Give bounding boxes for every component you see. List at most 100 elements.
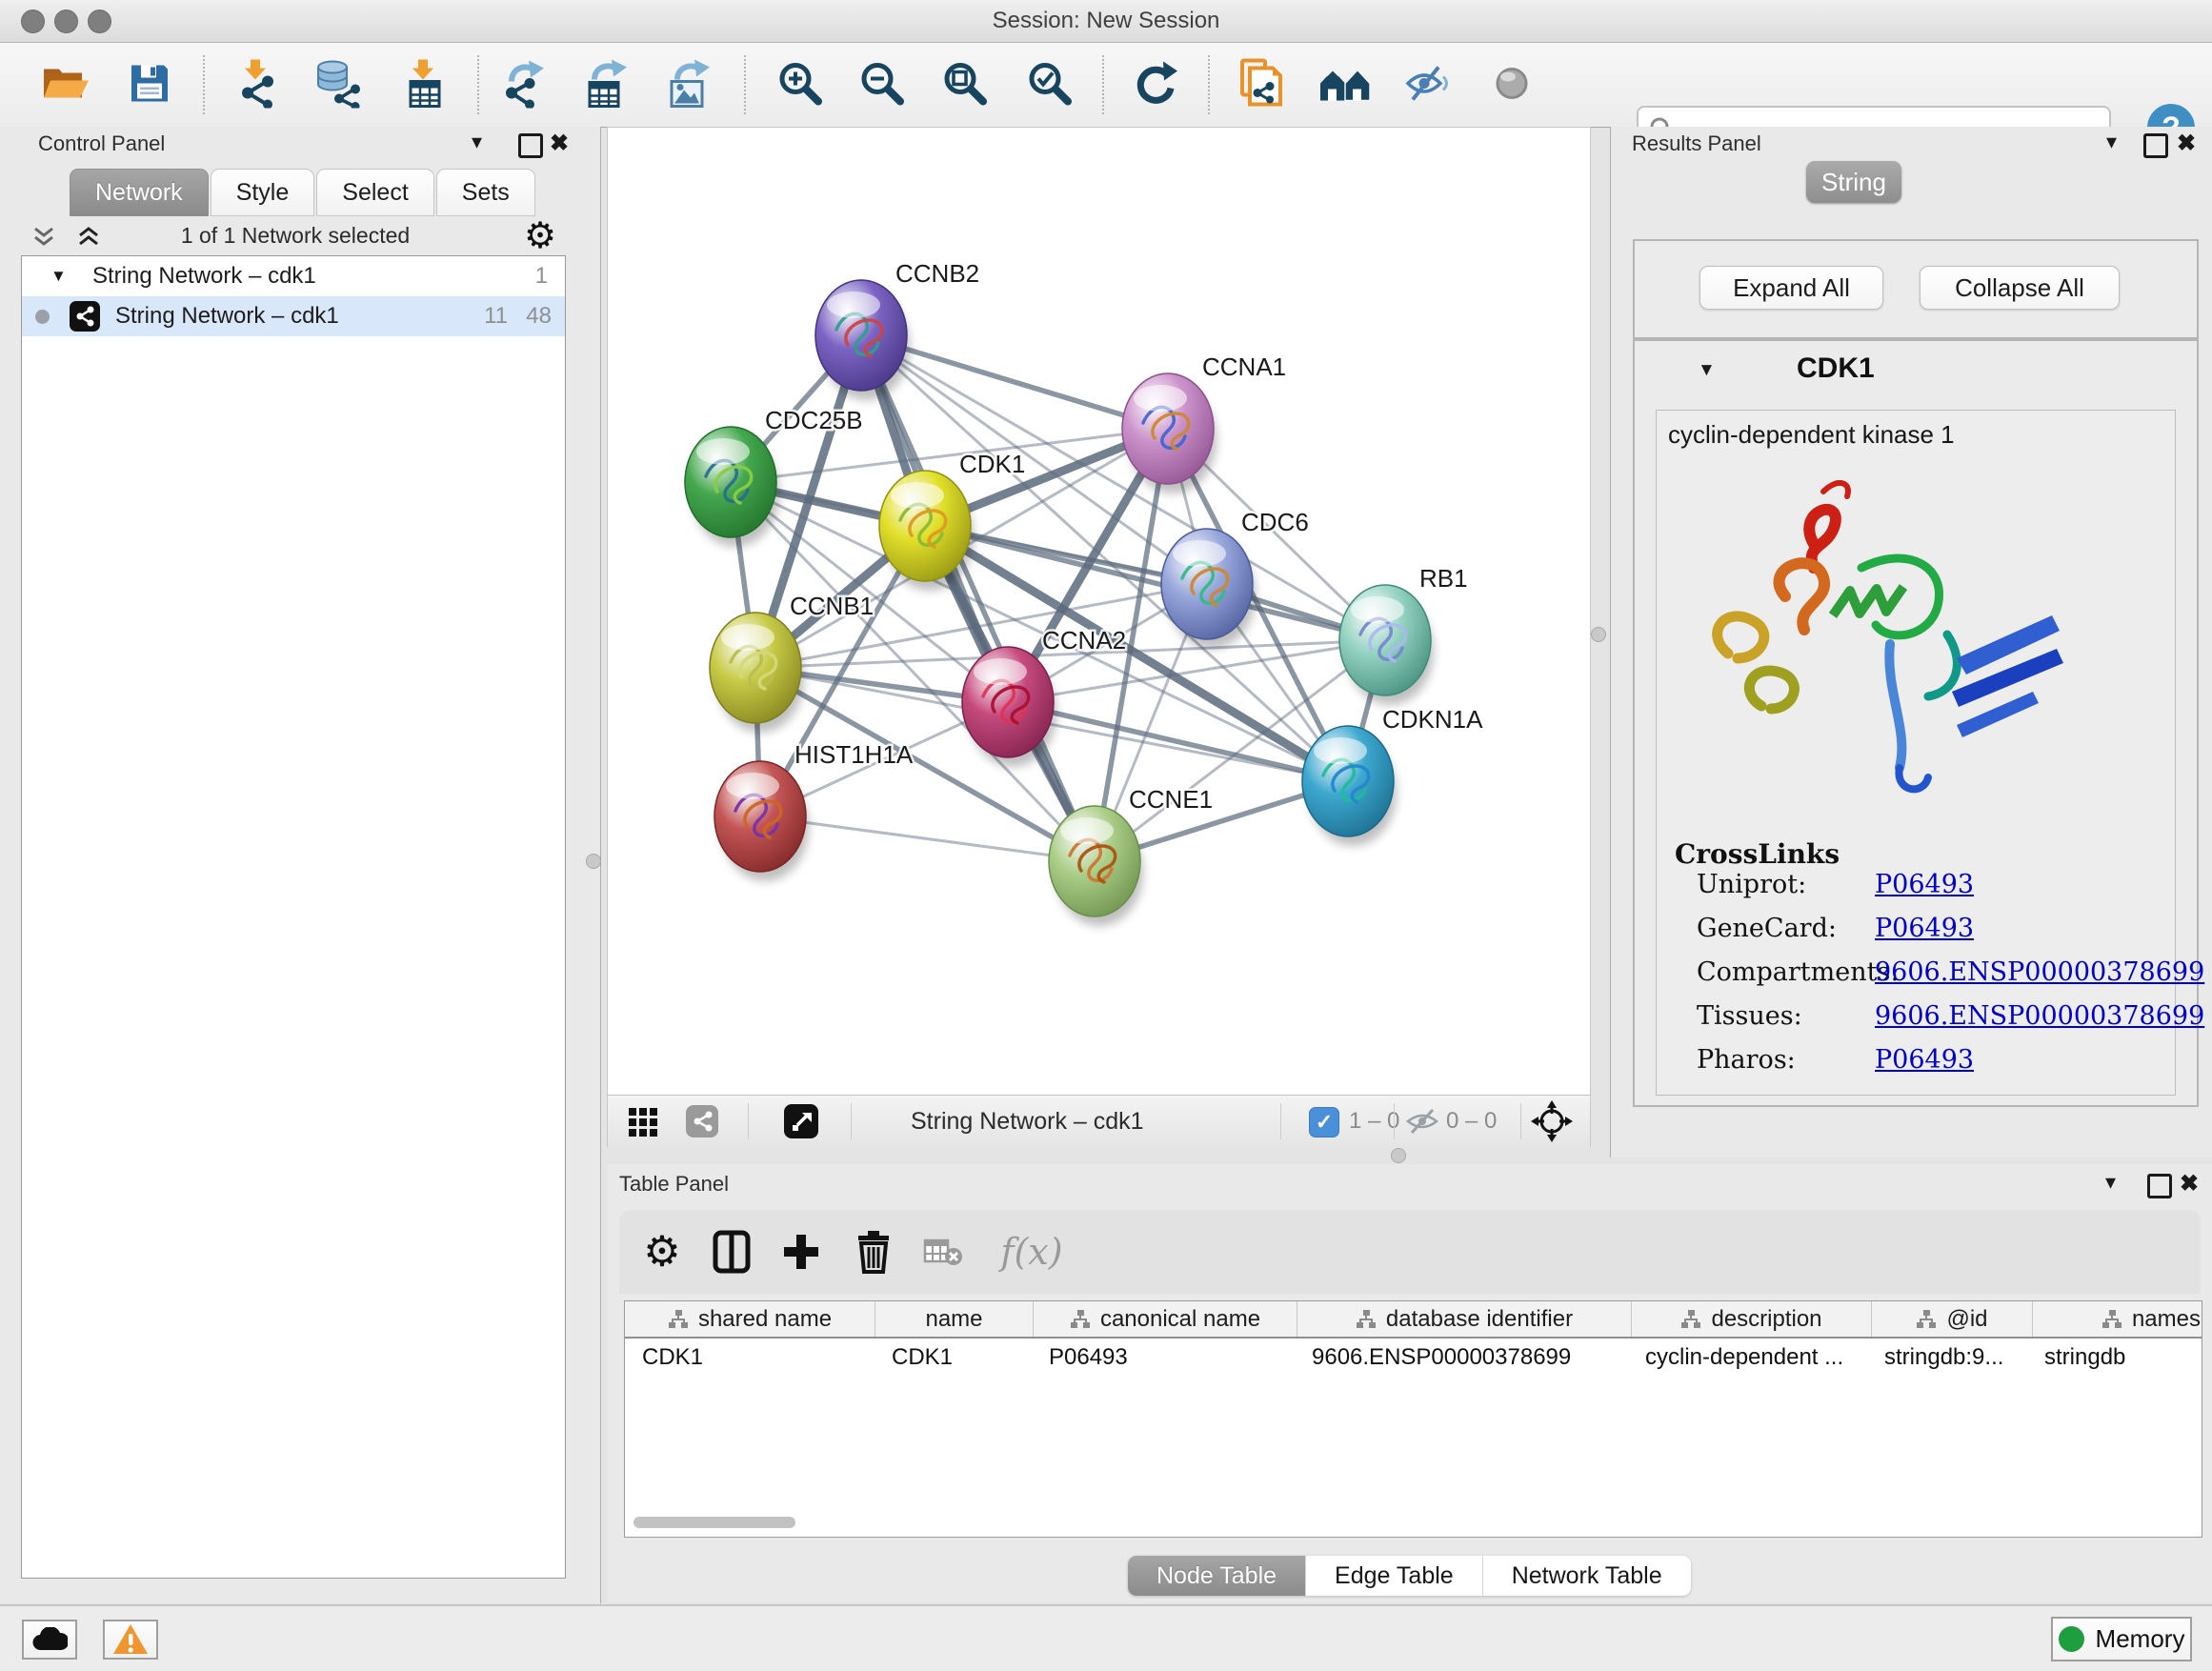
import-network-database-button[interactable]: [312, 59, 362, 111]
column-header-shared-name[interactable]: shared name: [625, 1301, 875, 1337]
delete-column-trash-icon[interactable]: [855, 1230, 892, 1274]
warnings-button[interactable]: [103, 1620, 158, 1660]
table-cell[interactable]: cyclin-dependent ...: [1628, 1339, 1867, 1377]
column-header-label: shared name: [698, 1306, 832, 1333]
string-import-button[interactable]: [1237, 58, 1283, 112]
column-header-namespace[interactable]: namespace: [2033, 1301, 2202, 1337]
panel-close-icon[interactable]: ✖: [2180, 1170, 2199, 1198]
import-network-file-button[interactable]: [234, 59, 280, 111]
panel-close-icon[interactable]: ✖: [2177, 130, 2196, 157]
control-panel-titlebar: Control Panel ▾ ✖: [0, 127, 600, 161]
add-column-icon[interactable]: [782, 1233, 820, 1271]
apply-layout-button[interactable]: [1132, 60, 1179, 111]
network-node-CCNB2[interactable]: CCNB2: [815, 259, 979, 400]
section-expander-icon[interactable]: ▼: [1698, 360, 1716, 381]
crosslink-label: Pharos:: [1697, 1045, 1796, 1075]
crosslink-label: Compartments:: [1697, 957, 1899, 987]
network-tree-child-row[interactable]: String Network – cdk1 11 48: [22, 296, 565, 336]
tab-sets[interactable]: Sets: [436, 169, 535, 216]
grid-view-icon[interactable]: [629, 1108, 657, 1137]
network-tree-root-row[interactable]: ▼ String Network – cdk1 1: [22, 256, 565, 296]
memory-button[interactable]: Memory: [2051, 1617, 2192, 1661]
crosslink-link[interactable]: P06493: [1875, 1045, 1974, 1075]
collapse-all-button[interactable]: Collapse All: [1920, 266, 2120, 310]
tab-style[interactable]: Style: [211, 169, 315, 216]
node-table[interactable]: shared name name canonical name database id…: [624, 1300, 2202, 1538]
column-header-name[interactable]: name: [875, 1301, 1034, 1337]
panel-float-icon[interactable]: ▾: [2105, 1170, 2116, 1195]
export-network-button[interactable]: [500, 59, 548, 111]
gene-name: CDK1: [1797, 352, 1875, 385]
panel-float-icon[interactable]: ▾: [472, 130, 482, 154]
column-header-database-identifier[interactable]: database identifier: [1297, 1301, 1632, 1337]
tree-expander-icon[interactable]: ▼: [50, 256, 67, 296]
table-cell[interactable]: 9606.ENSP00000378699: [1295, 1339, 1628, 1377]
column-header-description[interactable]: description: [1632, 1301, 1872, 1337]
right-splitter-handle[interactable]: [1591, 627, 1606, 642]
network-node-CDKN1A[interactable]: CDKN1A: [1302, 705, 1483, 846]
hide-results-button[interactable]: [1404, 63, 1452, 108]
tab-select[interactable]: Select: [316, 169, 433, 216]
network-node-HIST1H1A[interactable]: HIST1H1A: [714, 740, 914, 881]
zoom-out-button[interactable]: [858, 60, 906, 111]
network-canvas[interactable]: CCNB2CCNA1CDC25BCDK1CDC6RB1CCNB1CCNA2CDK…: [608, 128, 1590, 1095]
crosslink-link[interactable]: 9606.ENSP00000378699: [1875, 1001, 2204, 1031]
network-share-view-icon[interactable]: [686, 1105, 718, 1137]
import-table-file-button[interactable]: [402, 59, 448, 111]
table-cell[interactable]: stringdb: [2027, 1339, 2202, 1377]
table-row[interactable]: CDK1CDK1P064939606.ENSP00000378699cyclin…: [625, 1339, 2202, 1377]
home-button[interactable]: [1318, 63, 1372, 108]
network-edge[interactable]: [760, 816, 1095, 861]
panel-float-icon[interactable]: ▾: [2106, 130, 2117, 154]
panel-maximize-icon[interactable]: [2143, 133, 2168, 158]
table-cell[interactable]: P06493: [1032, 1339, 1295, 1377]
table-cell[interactable]: CDK1: [875, 1339, 1032, 1377]
tab-network[interactable]: Network: [70, 169, 209, 216]
horizontal-splitter-handle[interactable]: [1391, 1148, 1406, 1163]
panel-maximize-icon[interactable]: [518, 133, 543, 158]
network-node-RB1[interactable]: RB1: [1339, 564, 1468, 705]
network-edge[interactable]: [861, 335, 1095, 861]
table-cell[interactable]: CDK1: [625, 1339, 875, 1377]
tab-node-table[interactable]: Node Table: [1128, 1556, 1306, 1596]
tab-string[interactable]: String: [1806, 161, 1901, 203]
export-image-button[interactable]: [666, 59, 714, 111]
table-options-gear-icon[interactable]: ⚙: [643, 1228, 680, 1277]
zoom-in-button[interactable]: [776, 60, 824, 111]
table-cell[interactable]: stringdb:9...: [1867, 1339, 2027, 1377]
zoom-selected-button[interactable]: [1026, 60, 1074, 111]
expand-all-button[interactable]: Expand All: [1699, 266, 1883, 310]
tab-network-table[interactable]: Network Table: [1483, 1556, 1691, 1596]
birds-eye-view-icon[interactable]: [784, 1104, 818, 1138]
presentation-button[interactable]: [1490, 62, 1534, 109]
automation-status-button[interactable]: [22, 1620, 77, 1660]
network-options-gear-icon[interactable]: ⚙: [524, 214, 556, 257]
selected-checkbox[interactable]: ✓: [1309, 1107, 1339, 1137]
network-edge[interactable]: [1008, 702, 1348, 781]
edge-count: 48: [526, 296, 552, 336]
expand-all-icon[interactable]: [31, 226, 56, 249]
column-type-icon: [1680, 1309, 1701, 1330]
crosslink-link[interactable]: P06493: [1875, 914, 1974, 943]
panel-maximize-icon[interactable]: [2147, 1174, 2172, 1198]
hidden-eye-slash-icon[interactable]: [1406, 1108, 1438, 1135]
network-node-CCNA1[interactable]: CCNA1: [1122, 352, 1286, 493]
column-header-@id[interactable]: @id: [1872, 1301, 2033, 1337]
zoom-fit-button[interactable]: [941, 60, 989, 111]
network-node-CDC6[interactable]: CDC6: [1161, 508, 1309, 649]
crosshair-icon[interactable]: [1531, 1100, 1573, 1142]
export-table-button[interactable]: [583, 59, 631, 111]
table-horizontal-scrollbar[interactable]: [633, 1517, 795, 1528]
open-session-button[interactable]: [39, 62, 90, 109]
column-header-canonical-name[interactable]: canonical name: [1034, 1301, 1297, 1337]
column-header-label: canonical name: [1100, 1306, 1260, 1333]
tab-edge-table[interactable]: Edge Table: [1306, 1556, 1483, 1596]
crosslink-link[interactable]: P06493: [1875, 870, 1974, 899]
panel-close-icon[interactable]: ✖: [550, 130, 569, 157]
collapse-all-icon[interactable]: [76, 226, 101, 249]
show-columns-icon[interactable]: [713, 1230, 751, 1274]
crosslink-link[interactable]: 9606.ENSP00000378699: [1875, 957, 2204, 987]
save-session-button[interactable]: [127, 61, 172, 110]
left-splitter-handle[interactable]: [586, 854, 601, 869]
network-node-CCNE1[interactable]: CCNE1: [1049, 785, 1213, 926]
